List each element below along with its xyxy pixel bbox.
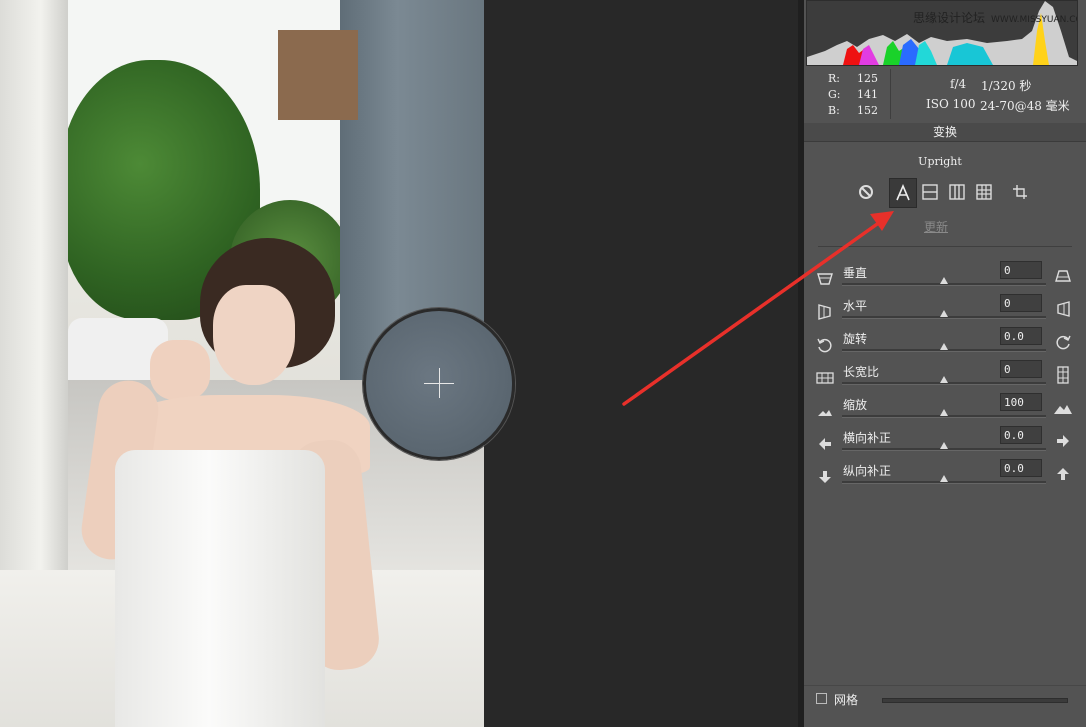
crosshair-v (439, 368, 440, 398)
white-dress (115, 450, 325, 727)
section-divider (818, 246, 1072, 247)
slider-thumb[interactable] (940, 343, 948, 350)
slider-label: 纵向补正 (843, 464, 892, 478)
slider-value-input[interactable]: 0 (1000, 360, 1042, 378)
slider-value-input[interactable]: 0 (1000, 261, 1042, 279)
slider-value-input[interactable]: 0 (1000, 294, 1042, 312)
grid-label: 网格 (834, 693, 859, 707)
neck-arm (150, 340, 210, 400)
arrow-up-icon (1057, 468, 1069, 480)
slider-value-input[interactable]: 100 (1000, 393, 1042, 411)
b-readout: B: 152 (828, 104, 878, 117)
slider-value-input[interactable]: 0.0 (1000, 327, 1042, 345)
magnifier-loupe[interactable] (363, 308, 515, 460)
slider-row-scale: 缩放 100 (804, 393, 1086, 426)
rotate-left-icon (817, 338, 832, 353)
slider-row-aspect: 长宽比 0 (804, 360, 1086, 393)
scale-large-icon (1054, 405, 1072, 414)
horizontal-perspective-right-icon (1057, 301, 1070, 317)
slider-label: 水平 (843, 299, 868, 313)
r-readout: R: 125 (828, 72, 878, 85)
slider-thumb[interactable] (940, 409, 948, 416)
aperture: f/4 (950, 77, 967, 91)
histogram: 思缘设计论坛WWW.MISSYUAN.COM (806, 0, 1078, 66)
level-icon (922, 184, 938, 200)
vertical-perspective-icon (817, 273, 833, 285)
slider-thumb[interactable] (940, 376, 948, 383)
update-link[interactable]: 更新 (804, 218, 1068, 235)
slider-thumb[interactable] (940, 310, 948, 317)
vertical-icon (949, 184, 965, 200)
slider-value-input[interactable]: 0.0 (1000, 426, 1042, 444)
rotate-right-icon (1056, 335, 1071, 350)
slider-row-horizontal: 水平 0 (804, 294, 1086, 327)
upright-vertical-button[interactable] (944, 178, 970, 206)
iso: ISO 100 (926, 97, 976, 111)
slider-thumb[interactable] (940, 277, 948, 284)
watermark: 思缘设计论坛WWW.MISSYUAN.COM (913, 11, 1077, 25)
slider-row-rotate: 旋转 0.0 (804, 327, 1086, 360)
lens: 24-70@48 毫米 (980, 99, 1070, 113)
slider-label: 垂直 (843, 266, 868, 280)
vertical-perspective-right-icon (1055, 270, 1071, 282)
horizontal-perspective-icon (818, 304, 831, 320)
arrow-left-icon (819, 438, 831, 450)
face (213, 285, 295, 385)
off-icon (859, 185, 873, 199)
shutter: 1/320 秒 (981, 79, 1032, 93)
slider-row-offset-x: 横向补正 0.0 (804, 426, 1086, 459)
info-separator (890, 69, 891, 119)
upright-level-button[interactable] (917, 178, 943, 206)
slider-label: 旋转 (843, 332, 868, 346)
slider-label: 缩放 (843, 398, 868, 412)
guided-icon (1013, 185, 1027, 199)
right-panel: 思缘设计论坛WWW.MISSYUAN.COM R:125 G:141 B:152… (804, 0, 1086, 727)
slider-thumb[interactable] (940, 442, 948, 449)
slider-thumb[interactable] (940, 475, 948, 482)
balcony (278, 30, 358, 120)
slider-row-vertical: 垂直 0 (804, 261, 1086, 294)
arrow-right-icon (1057, 435, 1069, 447)
slider-label: 横向补正 (843, 431, 892, 445)
upright-full-button[interactable] (971, 178, 997, 206)
column (0, 0, 68, 580)
full-grid-icon (976, 184, 992, 200)
slider-value-input[interactable]: 0.0 (1000, 459, 1042, 477)
scale-small-icon (818, 410, 832, 416)
section-title: 变换 (804, 123, 1086, 142)
upright-auto-button[interactable] (889, 178, 917, 208)
arrow-down-icon (819, 471, 831, 483)
slider-row-offset-y: 纵向补正 0.0 (804, 459, 1086, 492)
upright-off-button[interactable] (853, 178, 879, 206)
upright-label: Upright (918, 155, 962, 168)
image-info: R: 125 G: 141 B: 152 f/4 1/320 秒 ISO 100 24… (804, 67, 1086, 124)
auto-a-icon (896, 184, 910, 201)
canvas-background (484, 0, 798, 727)
g-readout: G: 141 (828, 88, 878, 101)
grid-row: 网格 (804, 685, 1086, 714)
slider-label: 长宽比 (843, 365, 880, 379)
grid-size-slider[interactable] (882, 698, 1068, 703)
aspect-tall-icon (1057, 366, 1069, 384)
aspect-wide-icon (816, 372, 834, 384)
grid-checkbox[interactable] (816, 693, 827, 704)
upright-guided-button[interactable] (1007, 178, 1033, 206)
